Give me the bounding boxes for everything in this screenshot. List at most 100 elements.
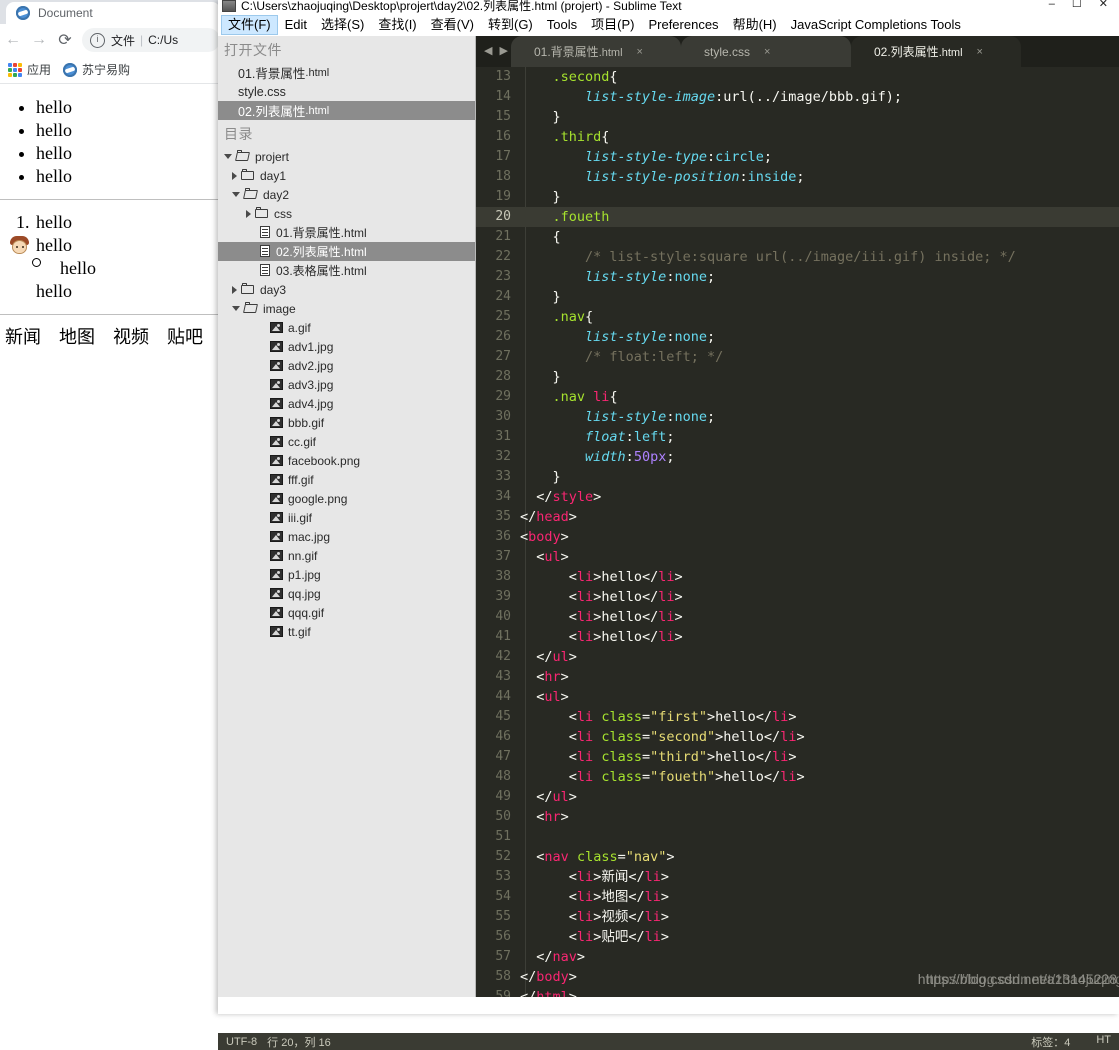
chevron-right-icon[interactable] [246,209,251,218]
reload-icon[interactable]: ⟳ [52,27,78,53]
code-line[interactable]: .nav li{ [520,387,1119,407]
nav-item-tieba[interactable]: 贴吧 [167,326,203,348]
code-line[interactable]: } [520,287,1119,307]
editor-tab-style-css[interactable]: style.css × [681,36,851,67]
code-line[interactable]: } [520,187,1119,207]
code-line[interactable]: <li class="second">hello</li> [520,727,1119,747]
tree-image-file[interactable]: google.png [218,489,475,508]
nav-item-news[interactable]: 新闻 [5,326,41,348]
open-file-row[interactable]: 01.背景属性 .html [218,63,475,82]
code-line[interactable]: <li>视频</li> [520,907,1119,927]
tree-image-file[interactable]: tt.gif [218,622,475,641]
code-line[interactable]: list-style:none; [520,407,1119,427]
tree-image-file[interactable]: bbb.gif [218,413,475,432]
tree-image-file[interactable]: qqq.gif [218,603,475,622]
chevron-right-icon[interactable] [232,171,237,180]
browser-tab[interactable]: Document [6,2,220,24]
open-file-row-selected[interactable]: 02.列表属性 .html [218,101,475,120]
code-line[interactable]: width:50px; [520,447,1119,467]
code-line[interactable]: <li class="third">hello</li> [520,747,1119,767]
code-line[interactable]: /* list-style:square url(../image/iii.gi… [520,247,1119,267]
forward-icon[interactable]: → [26,27,52,53]
code-line[interactable]: </head> [520,507,1119,527]
close-icon[interactable]: × [764,46,770,58]
tree-folder-css[interactable]: css [218,204,475,223]
code-line[interactable]: list-style-type:circle; [520,147,1119,167]
tree-image-file[interactable]: p1.jpg [218,565,475,584]
close-icon[interactable]: × [977,46,983,58]
tree-image-file[interactable]: facebook.png [218,451,475,470]
code-line[interactable]: <li>hello</li> [520,567,1119,587]
code-line[interactable]: } [520,107,1119,127]
tree-image-file[interactable]: cc.gif [218,432,475,451]
code-line[interactable]: <li class="foueth">hello</li> [520,767,1119,787]
code-line[interactable]: <li>hello</li> [520,627,1119,647]
menu-item-view[interactable]: 查看(V) [424,15,481,35]
code-line[interactable]: <li>hello</li> [520,607,1119,627]
open-file-row[interactable]: style.css [218,82,475,101]
code-editing-area[interactable]: 13 14 15 16 17 18 19 20 21 22 23 24 25 26 27 28 29 30 31 32… [476,67,1119,997]
menu-item-file[interactable]: 文件(F) [221,15,278,35]
tree-image-file[interactable]: mac.jpg [218,527,475,546]
tree-image-file[interactable]: adv1.jpg [218,337,475,356]
code-line[interactable]: </nav> [520,947,1119,967]
editor-tab-02-active[interactable]: 02.列表属性.html × [851,36,1021,67]
code-line[interactable]: <nav class="nav"> [520,847,1119,867]
status-cursor-position[interactable]: 行 20，列 16 [267,1034,331,1050]
menu-item-preferences[interactable]: Preferences [641,15,725,35]
tree-folder-day3[interactable]: day3 [218,280,475,299]
status-encoding[interactable]: UTF-8 [226,1036,257,1048]
code-line[interactable]: .foueth [520,207,1119,227]
code-line[interactable]: list-style:none; [520,267,1119,287]
code-line[interactable]: .nav{ [520,307,1119,327]
chevron-down-icon[interactable] [232,306,240,311]
code-line[interactable]: list-style-image:url(../image/bbb.gif); [520,87,1119,107]
tree-image-file[interactable]: nn.gif [218,546,475,565]
code-line[interactable]: list-style-position:inside; [520,167,1119,187]
code-line[interactable]: { [520,227,1119,247]
site-info-icon[interactable]: i [90,32,105,48]
tree-image-file[interactable]: adv4.jpg [218,394,475,413]
nav-item-video[interactable]: 视频 [113,326,149,348]
menu-item-selection[interactable]: 选择(S) [314,15,371,35]
tree-folder-day2[interactable]: day2 [218,185,475,204]
tree-image-file[interactable]: qq.jpg [218,584,475,603]
code-line[interactable]: </style> [520,487,1119,507]
tree-image-file[interactable]: adv3.jpg [218,375,475,394]
menu-item-js-completions-tools[interactable]: JavaScript Completions Tools [784,15,968,35]
menu-item-find[interactable]: 查找(I) [371,15,423,35]
menu-item-edit[interactable]: Edit [278,15,314,35]
bookmark-apps[interactable]: 应用 [8,61,51,78]
status-tab-size[interactable]: 标签：4 [1031,1034,1070,1050]
code-line[interactable]: <ul> [520,547,1119,567]
tree-file-02-selected[interactable]: 02.列表属性.html [218,242,475,261]
tree-folder-day1[interactable]: day1 [218,166,475,185]
code-line[interactable]: float:left; [520,427,1119,447]
status-syntax[interactable]: HT [1096,1034,1111,1050]
code-line[interactable]: </ul> [520,647,1119,667]
code-line[interactable]: } [520,367,1119,387]
code-line[interactable]: </html> [520,987,1119,997]
chevron-down-icon[interactable] [224,154,232,159]
code-line[interactable]: list-style:none; [520,327,1119,347]
code-line[interactable]: <li class="first">hello</li> [520,707,1119,727]
close-icon[interactable]: × [637,46,643,58]
menu-item-tools[interactable]: Tools [540,15,584,35]
nav-item-map[interactable]: 地图 [59,326,95,348]
code-line[interactable]: <li>贴吧</li> [520,927,1119,947]
menu-item-help[interactable]: 帮助(H) [726,15,784,35]
window-controls[interactable]: – ☐ ✕ [1049,0,1115,10]
tree-image-file[interactable]: adv2.jpg [218,356,475,375]
code-line[interactable]: <li>地图</li> [520,887,1119,907]
code-line[interactable]: /* float:left; */ [520,347,1119,367]
code-line[interactable]: <body> [520,527,1119,547]
tab-scroll-arrows-icon[interactable]: ◀ ▶ [484,44,510,57]
tree-image-file[interactable]: iii.gif [218,508,475,527]
code-line[interactable]: .second{ [520,67,1119,87]
bookmark-suning[interactable]: 苏宁易购 [63,61,130,78]
tree-image-file[interactable]: fff.gif [218,470,475,489]
code-lines[interactable]: .second{ list-style-image:url(../image/b… [520,67,1119,997]
code-line[interactable]: } [520,467,1119,487]
code-line[interactable]: <ul> [520,687,1119,707]
menu-item-project[interactable]: 项目(P) [584,15,641,35]
